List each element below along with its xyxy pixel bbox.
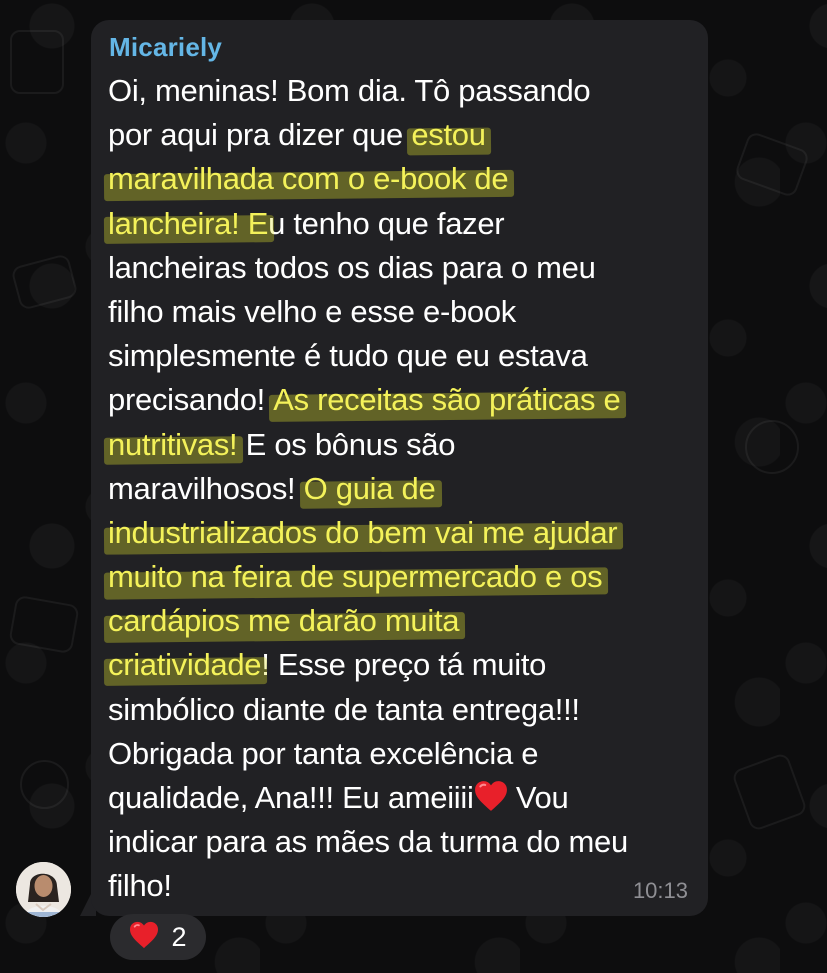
highlighted-text: estou	[411, 117, 486, 153]
message-line: simplesmente é tudo que eu estava	[108, 334, 698, 378]
message-line: criatividade! Esse preço tá muito	[108, 643, 698, 687]
doodle-decoration	[733, 130, 811, 199]
message-text-segment: qualidade, Ana!!! Eu ameiiii	[108, 780, 474, 815]
highlighted-text: lancheira! E	[108, 205, 269, 241]
message-text-segment: indicar para as mães da turma do meu	[108, 824, 628, 860]
highlighted-text: As receitas são práticas e	[273, 382, 621, 418]
highlighted-text: nutritivas!	[108, 426, 238, 462]
highlighted-text: muito na feira de supermercado e os	[108, 559, 603, 595]
message-line: lancheira! Eu tenho que fazer	[108, 202, 698, 246]
message-text-segment: precisando!	[108, 382, 274, 418]
message-bubble[interactable]: Micariely Oi, meninas! Bom dia. Tô passa…	[91, 20, 708, 916]
message-line: maravilhada com o e-book de	[108, 157, 698, 201]
message-text-segment: lancheiras todos os dias para o meu	[108, 249, 596, 285]
message-line: qualidade, Ana!!! Eu ameiiii Vou	[108, 776, 698, 820]
message-text-segment: ! Esse preço tá muito	[261, 647, 547, 683]
message-text-segment: filho mais velho e esse e-book	[108, 293, 517, 329]
message-line: precisando! As receitas são práticas e	[108, 378, 698, 422]
avatar-photo	[16, 862, 71, 917]
doodle-decoration	[10, 253, 79, 311]
message-text-segment: maravilhosos!	[108, 470, 304, 506]
doodle-decoration	[730, 751, 809, 833]
message-text-segment: Vou	[507, 780, 569, 815]
message-timestamp: 10:13	[632, 878, 688, 903]
message-line: simbólico diante de tanta entrega!!!	[108, 688, 698, 732]
reaction-pill[interactable]: 2	[110, 914, 206, 960]
message-line: muito na feira de supermercado e os	[108, 555, 698, 599]
avatar[interactable]	[16, 862, 71, 917]
message-text-segment: simbólico diante de tanta entrega!!!	[108, 691, 580, 727]
doodle-decoration	[8, 594, 80, 655]
doodle-decoration	[10, 30, 64, 94]
red-heart-icon	[129, 921, 159, 954]
message-line: filho!	[108, 864, 698, 908]
message-text-segment: Obrigada por tanta excelência e	[108, 735, 539, 771]
message-line: filho mais velho e esse e-book	[108, 290, 698, 334]
message-line: nutritivas! E os bônus são	[108, 423, 698, 467]
message-text: Oi, meninas! Bom dia. Tô passando por aqu…	[108, 69, 698, 909]
highlighted-text: criatividade	[108, 647, 262, 683]
highlighted-text: industrializados do bem vai me ajudar	[108, 514, 618, 550]
message-line: indicar para as mães da turma do meu	[108, 820, 698, 864]
message-text-segment: por aqui pra dizer que	[108, 117, 412, 153]
message-line: cardápios me darão muita	[108, 599, 698, 643]
message-line: por aqui pra dizer que estou	[108, 113, 698, 157]
message-line: Oi, meninas! Bom dia. Tô passando	[108, 69, 698, 113]
message-text-segment: u tenho que fazer	[268, 205, 505, 241]
message-text-segment: E os bônus são	[237, 426, 456, 462]
message-text-segment: simplesmente é tudo que eu estava	[108, 338, 588, 374]
reaction-count: 2	[171, 921, 187, 952]
message-text-segment: filho!	[108, 868, 172, 904]
message-line: maravilhosos! O guia de	[108, 467, 698, 511]
message-line: lancheiras todos os dias para o meu	[108, 246, 698, 290]
doodle-decoration	[745, 420, 799, 474]
highlighted-text: O guia de	[303, 470, 436, 506]
sender-name[interactable]: Micariely	[109, 32, 222, 63]
red-heart-icon	[474, 780, 508, 824]
highlighted-text: maravilhada com o e-book de	[108, 161, 509, 197]
doodle-decoration	[20, 760, 69, 809]
highlighted-text: cardápios me darão muita	[108, 603, 460, 639]
message-line: industrializados do bem vai me ajudar	[108, 511, 698, 555]
message-line: Obrigada por tanta excelência e	[108, 732, 698, 776]
message-text-segment: Oi, meninas! Bom dia. Tô passando	[108, 73, 591, 108]
